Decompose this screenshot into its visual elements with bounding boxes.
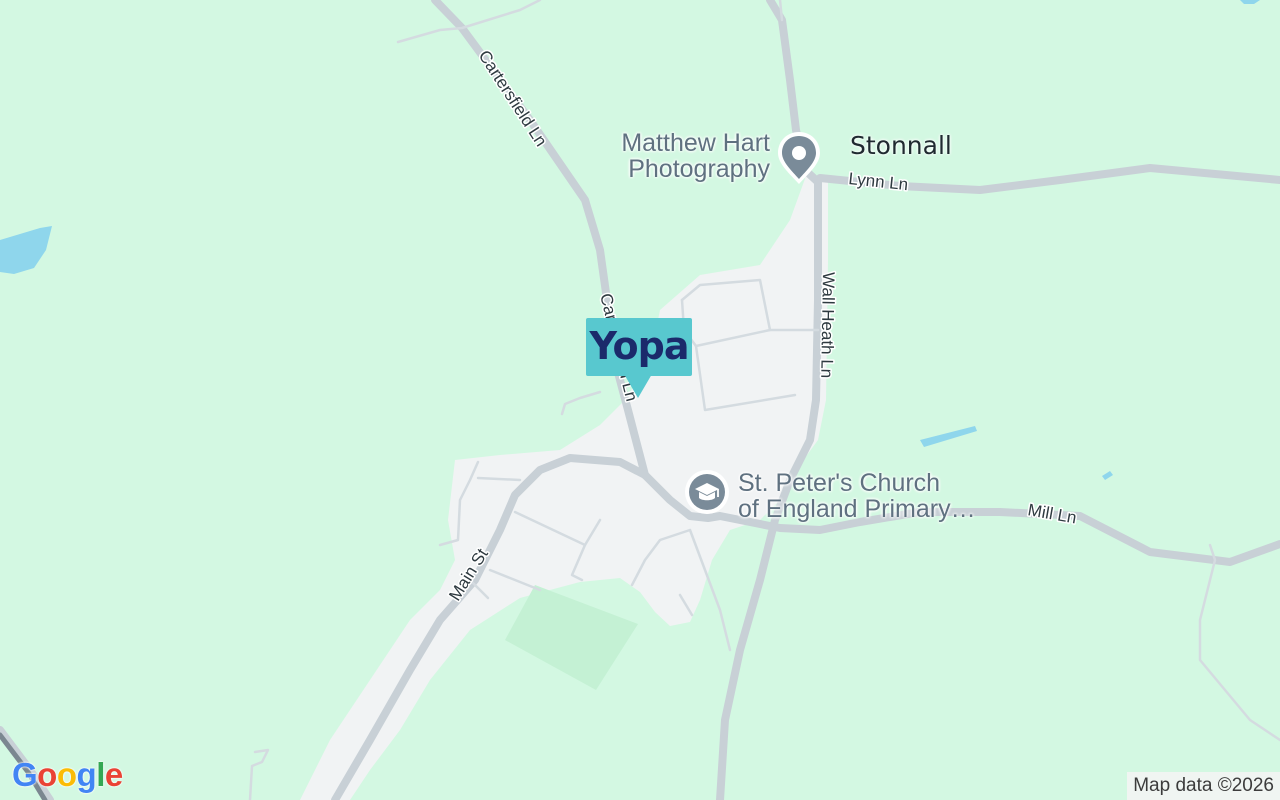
road-label-wall-heath: Wall Heath Ln <box>817 272 838 378</box>
road-label-mill: Mill Ln <box>1026 500 1078 527</box>
stream-east <box>920 426 977 447</box>
poi-photographer-label[interactable]: Matthew Hart Photography <box>600 130 770 182</box>
poi-school-name-line2: of England Primary… <box>738 495 976 523</box>
location-pin-icon[interactable] <box>776 130 822 186</box>
yopa-marker-tail <box>624 374 652 398</box>
map-attribution[interactable]: Map data ©2026 <box>1127 772 1280 800</box>
map-base-layer: Cartersfield Ln Cartersfield Ln Lynn Ln … <box>0 0 1280 800</box>
map-canvas[interactable]: Cartersfield Ln Cartersfield Ln Lynn Ln … <box>0 0 1280 800</box>
poi-school-label[interactable]: St. Peter's Church of England Primary… <box>738 470 976 522</box>
poi-school-name-line1: St. Peter's Church <box>738 469 941 497</box>
pond-top-right <box>1240 0 1260 4</box>
pond-west <box>0 226 52 274</box>
road-label-cartersfield-north: Cartersfield Ln <box>475 47 551 150</box>
pond-small-east <box>1102 471 1113 480</box>
road-cartersfield <box>431 0 649 479</box>
school-icon[interactable] <box>684 468 730 520</box>
yopa-brand-label: Yopa <box>589 324 690 368</box>
poi-photographer-name-line1: Matthew Hart <box>621 129 770 157</box>
yopa-property-marker[interactable]: Yopa <box>586 318 692 400</box>
poi-photographer-name-line2: Photography <box>628 155 770 183</box>
town-label: Stonnall <box>850 131 952 160</box>
google-logo[interactable]: Google <box>12 756 123 794</box>
sports-field <box>505 585 638 690</box>
google-logo-g: G <box>12 756 38 793</box>
road-label-lynn: Lynn Ln <box>848 169 910 194</box>
